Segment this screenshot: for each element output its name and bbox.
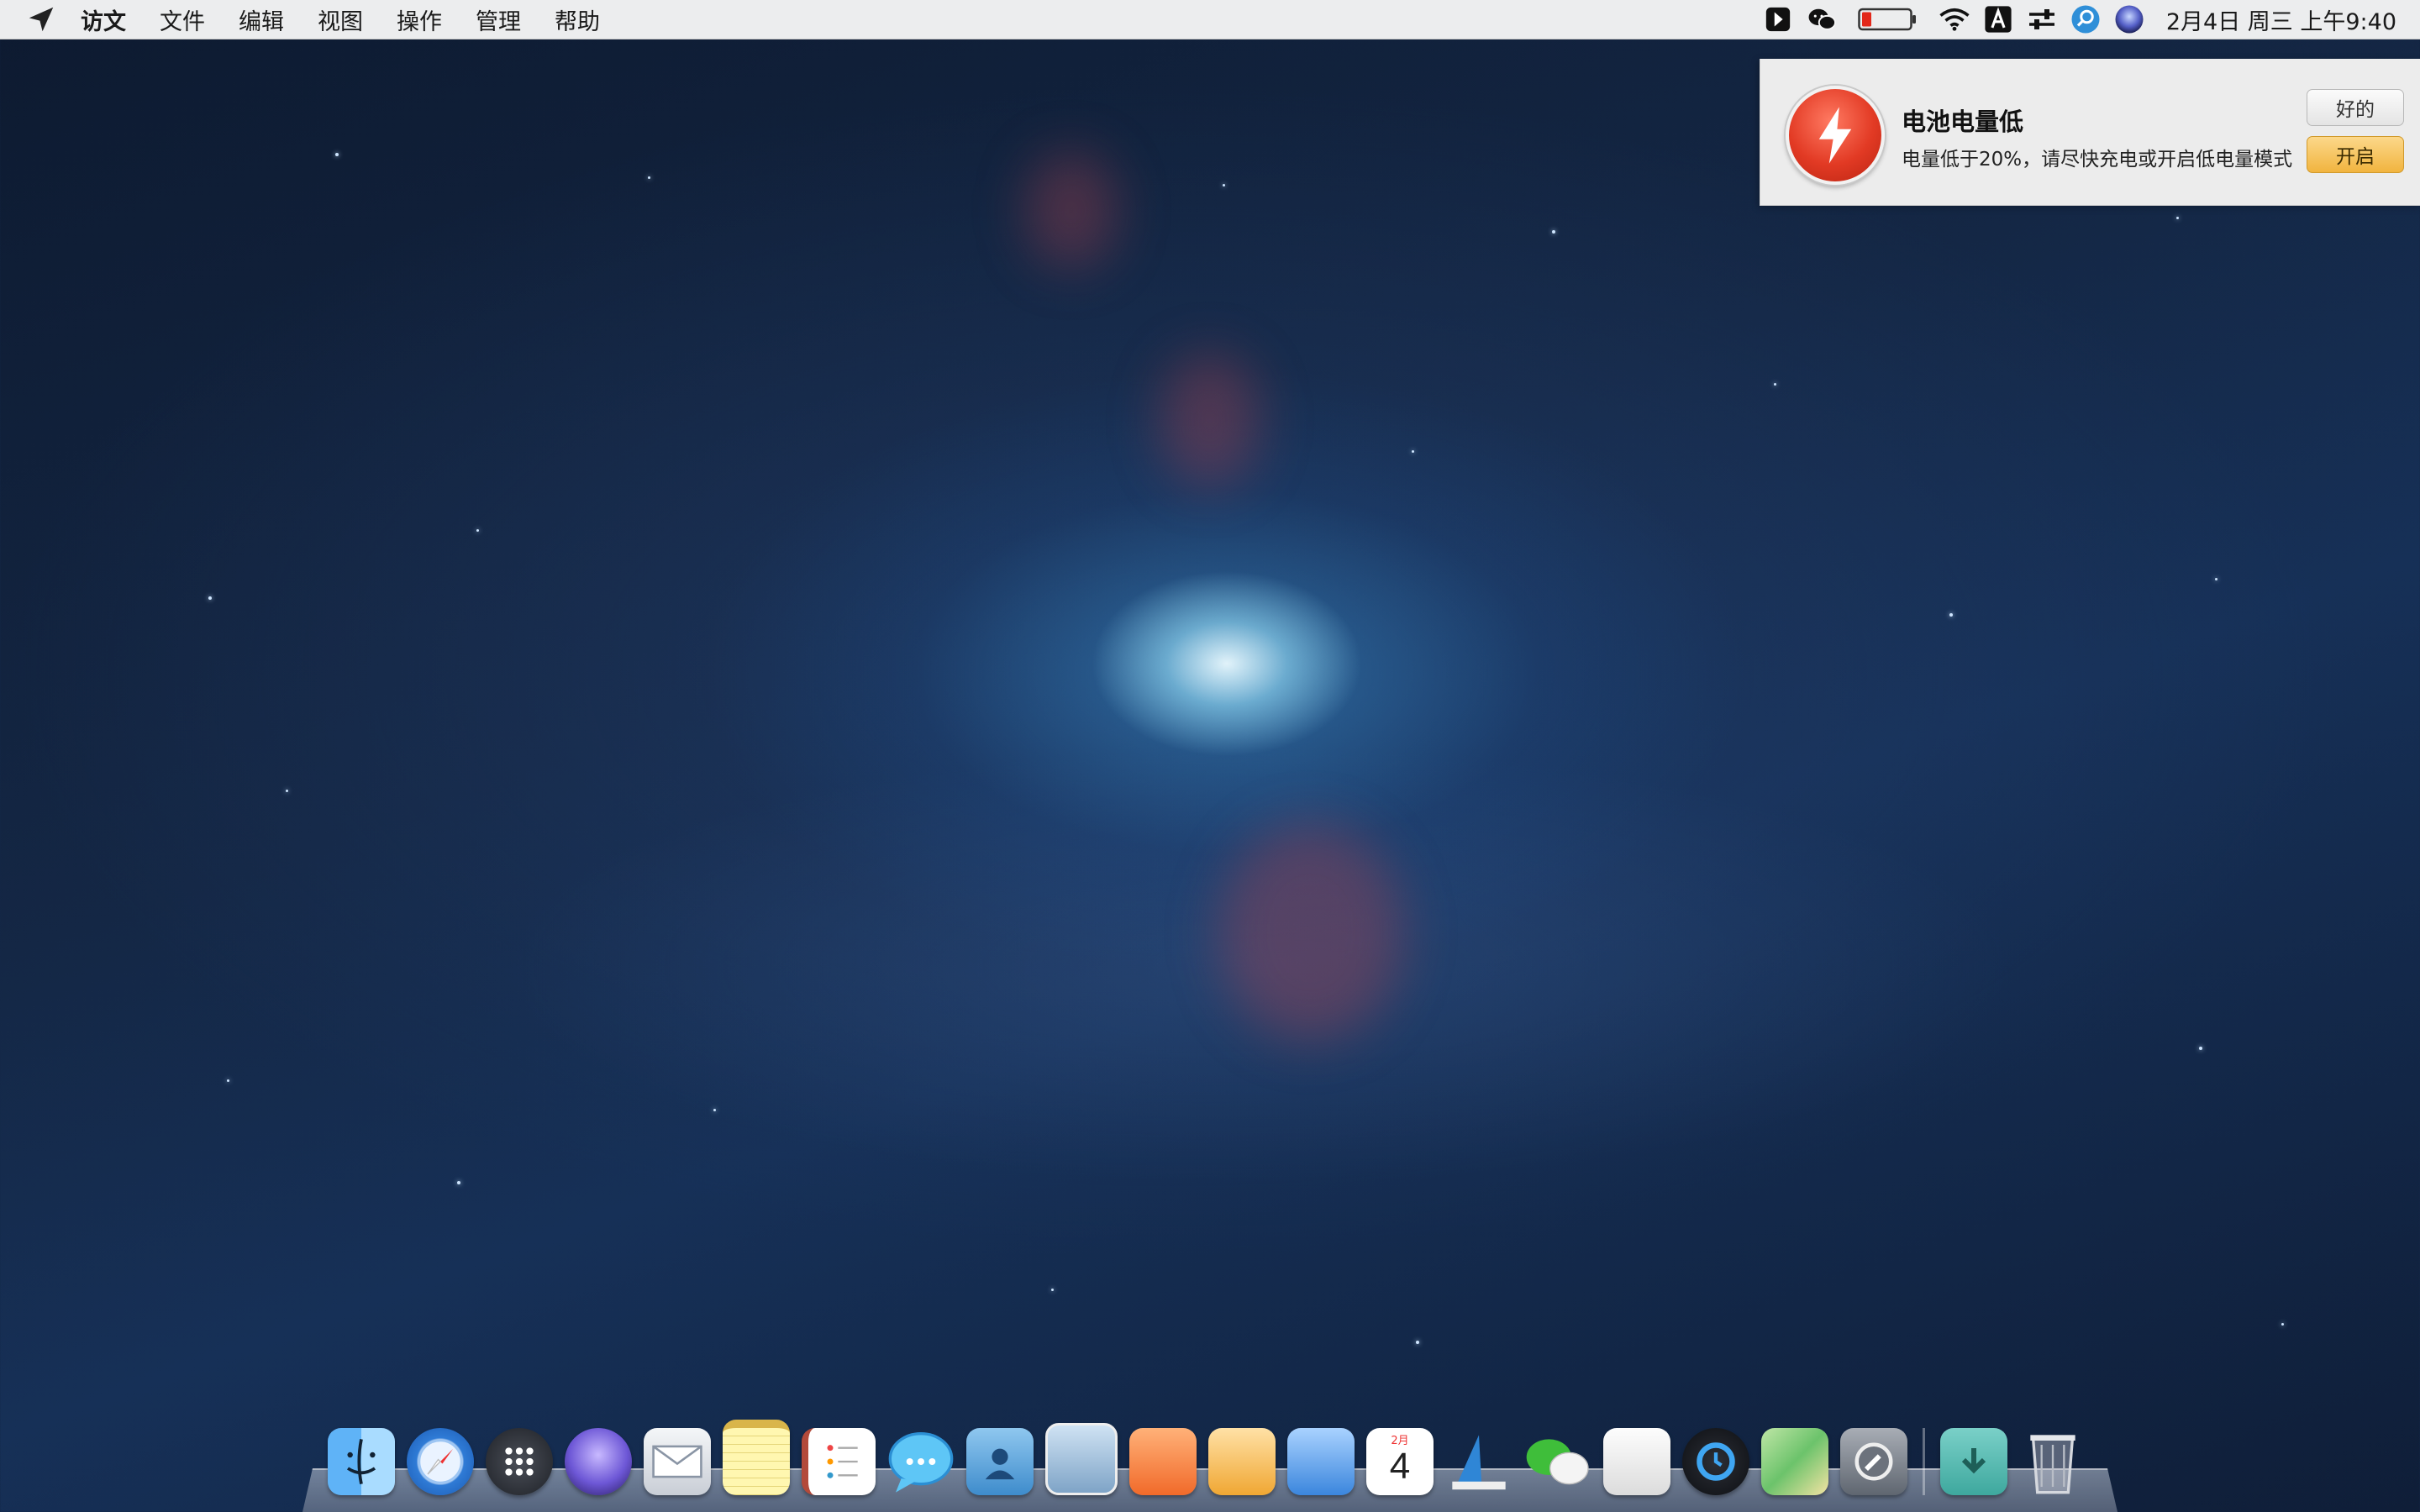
textedit-icon[interactable] bbox=[1603, 1428, 1670, 1495]
maps-icon[interactable] bbox=[1761, 1428, 1828, 1495]
menu-help[interactable]: 帮助 bbox=[555, 3, 600, 36]
siri-icon[interactable] bbox=[2114, 4, 2144, 34]
system-preferences-icon[interactable] bbox=[1840, 1428, 1907, 1495]
calendar-month-label: 2月 bbox=[1391, 1435, 1409, 1447]
menu-edit[interactable]: 编辑 bbox=[239, 3, 284, 36]
controls-icon[interactable] bbox=[2027, 4, 2057, 34]
wechat-app-icon[interactable] bbox=[1524, 1428, 1591, 1495]
mail-icon[interactable] bbox=[644, 1428, 711, 1495]
menu-app-name[interactable]: 访文 bbox=[81, 3, 126, 36]
siri-app-icon[interactable] bbox=[565, 1428, 632, 1495]
desktop-wallpaper bbox=[0, 0, 2420, 1512]
menu-action[interactable]: 操作 bbox=[397, 3, 442, 36]
dock: 2月 4 bbox=[302, 1420, 2118, 1512]
reminders-icon[interactable] bbox=[802, 1428, 876, 1495]
location-arrow-icon[interactable] bbox=[25, 3, 57, 35]
time-machine-icon[interactable] bbox=[1682, 1428, 1749, 1495]
contacts-icon[interactable] bbox=[966, 1428, 1034, 1495]
status-area: 2月4日 周三 上午9:40 bbox=[1749, 0, 2396, 39]
calendar-icon[interactable]: 2月 4 bbox=[1366, 1428, 1434, 1495]
ok-button[interactable]: 好的 bbox=[2307, 89, 2404, 126]
notification-title: 电池电量低 bbox=[1902, 108, 2024, 136]
menubar-clock[interactable]: 2月4日 周三 上午9:40 bbox=[2166, 3, 2396, 36]
menu-file[interactable]: 文件 bbox=[160, 3, 205, 36]
downloads-folder-icon[interactable] bbox=[1940, 1428, 2007, 1495]
wechat-icon[interactable] bbox=[1807, 4, 1837, 34]
notification-message: 电量低于20%，请尽快充电或开启低电量模式 bbox=[1902, 149, 2293, 171]
sketch-icon[interactable] bbox=[1763, 4, 1793, 34]
low-battery-notification: 电池电量低 电量低于20%，请尽快充电或开启低电量模式 好的 开启 bbox=[1760, 59, 2420, 206]
menu-bar: 访文 文件 编辑 视图 操作 管理 帮助 2月4日 周三 上午9:40 bbox=[0, 0, 2420, 39]
pages-icon[interactable] bbox=[1129, 1428, 1197, 1495]
trash-icon[interactable] bbox=[2019, 1428, 2086, 1495]
numbers-icon[interactable] bbox=[1287, 1428, 1355, 1495]
battery-icon[interactable] bbox=[1857, 4, 1919, 34]
menu-manage[interactable]: 管理 bbox=[476, 3, 521, 36]
enable-low-power-button[interactable]: 开启 bbox=[2307, 136, 2404, 173]
messages-icon[interactable] bbox=[887, 1428, 955, 1495]
migration-icon[interactable] bbox=[1445, 1428, 1512, 1495]
preview-icon[interactable] bbox=[1045, 1423, 1118, 1495]
launchpad-icon[interactable] bbox=[486, 1428, 553, 1495]
safari-icon[interactable] bbox=[407, 1428, 474, 1495]
lightning-bolt-icon bbox=[1786, 86, 1885, 185]
spotlight-icon[interactable] bbox=[2070, 4, 2101, 34]
input-method-icon[interactable] bbox=[1983, 4, 2013, 34]
dock-separator bbox=[1923, 1428, 1925, 1495]
notes-icon[interactable] bbox=[723, 1420, 790, 1495]
keynote-icon[interactable] bbox=[1208, 1428, 1276, 1495]
calendar-day-label: 4 bbox=[1389, 1446, 1411, 1487]
menu-view[interactable]: 视图 bbox=[318, 3, 363, 36]
finder-icon[interactable] bbox=[328, 1428, 395, 1495]
wifi-icon[interactable] bbox=[1939, 4, 1970, 34]
